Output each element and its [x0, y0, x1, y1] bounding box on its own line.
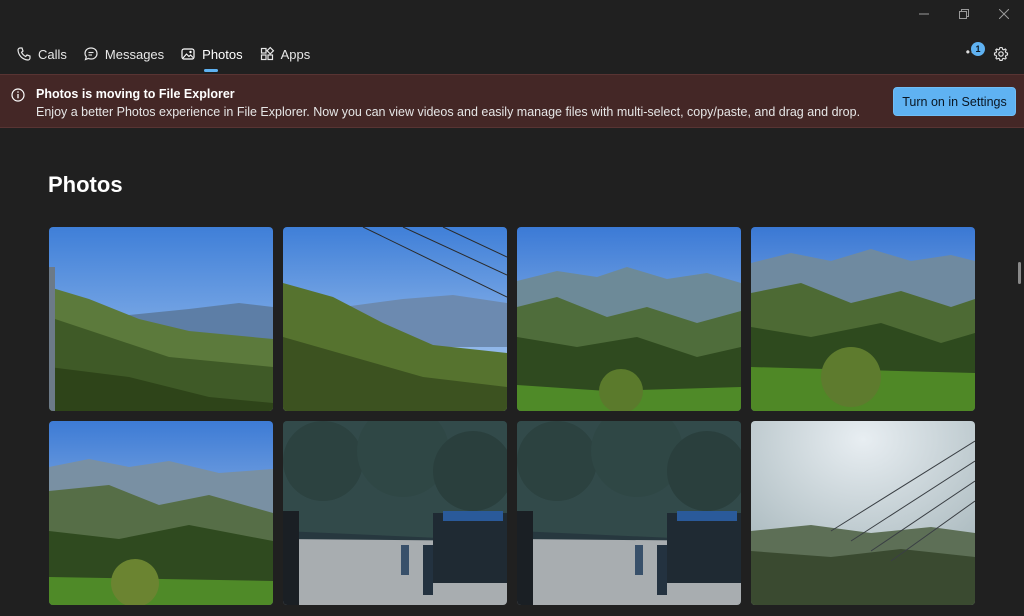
banner-title: Photos is moving to File Explorer	[36, 87, 235, 101]
tab-label: Photos	[202, 46, 243, 62]
photo-image	[283, 227, 507, 411]
photo-image	[283, 421, 507, 605]
banner-message: Enjoy a better Photos experience in File…	[36, 105, 861, 119]
turn-on-in-settings-button[interactable]: Turn on in Settings	[893, 87, 1016, 116]
gear-icon	[993, 46, 1009, 61]
photos-icon	[180, 46, 196, 62]
tab-calls[interactable]: Calls	[8, 38, 75, 70]
photo-grid	[49, 227, 976, 605]
restore-button[interactable]	[944, 0, 984, 28]
phone-icon	[16, 46, 32, 62]
tab-label: Calls	[38, 46, 67, 62]
photo-thumbnail[interactable]	[49, 421, 273, 605]
photo-thumbnail[interactable]	[517, 421, 741, 605]
photo-thumbnail[interactable]	[751, 227, 975, 411]
scrollbar-thumb[interactable]	[1018, 262, 1021, 284]
tab-photos[interactable]: Photos	[172, 38, 250, 72]
restore-icon	[959, 9, 969, 19]
photo-thumbnail[interactable]	[283, 227, 507, 411]
tab-messages[interactable]: Messages	[75, 38, 172, 70]
photo-image	[751, 421, 975, 605]
photo-thumbnail[interactable]	[49, 227, 273, 411]
photo-thumbnail[interactable]	[517, 227, 741, 411]
info-banner: Photos is moving to File Explorer Enjoy …	[0, 74, 1024, 128]
photo-image	[751, 227, 975, 411]
window-controls	[904, 0, 1024, 28]
photo-thumbnail[interactable]	[283, 421, 507, 605]
tab-apps[interactable]: Apps	[251, 38, 319, 70]
photo-image	[517, 421, 741, 605]
tab-label: Messages	[104, 46, 165, 62]
tab-label: Apps	[280, 46, 311, 62]
apps-icon	[259, 46, 275, 62]
settings-button[interactable]	[986, 40, 1016, 68]
photo-image	[517, 227, 741, 411]
minimize-button[interactable]	[904, 0, 944, 28]
photo-thumbnail[interactable]	[751, 421, 975, 605]
close-icon	[999, 9, 1009, 19]
minimize-icon	[919, 13, 929, 15]
notification-badge: 1	[971, 42, 985, 56]
photo-image	[49, 421, 273, 605]
info-icon	[11, 88, 25, 102]
page-title: Photos	[48, 172, 123, 197]
top-right-actions: •• 1	[956, 40, 1016, 68]
notifications-button[interactable]: •• 1	[956, 40, 986, 68]
photo-image	[49, 227, 273, 411]
chat-icon	[83, 46, 99, 62]
close-button[interactable]	[984, 0, 1024, 28]
tab-bar: Calls Messages Photos Apps	[8, 38, 319, 72]
